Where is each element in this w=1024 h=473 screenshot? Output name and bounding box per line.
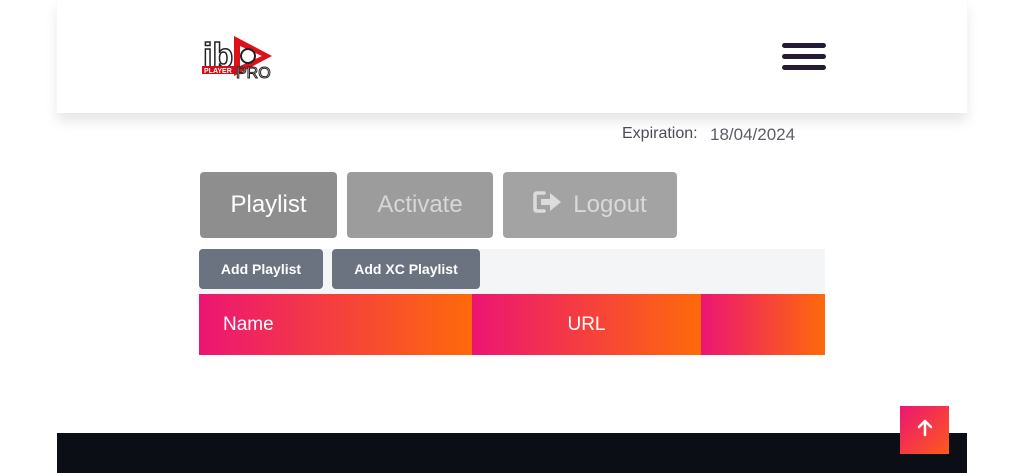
tab-logout-label: Logout <box>573 191 647 218</box>
column-header-name: Name <box>199 294 472 355</box>
add-playlist-button[interactable]: Add Playlist <box>199 249 323 289</box>
scroll-to-top-button[interactable] <box>900 406 949 454</box>
site-header: ib PLAYER PRO <box>57 0 967 113</box>
arrow-up-icon <box>917 419 933 442</box>
tab-logout[interactable]: Logout <box>503 172 677 238</box>
site-footer <box>57 433 967 473</box>
column-header-url: URL <box>472 294 701 355</box>
hamburger-menu-icon[interactable] <box>782 43 826 71</box>
tab-playlist-label: Playlist <box>230 191 307 218</box>
logo-player-text: PLAYER <box>204 68 232 75</box>
ibo-player-pro-logo[interactable]: ib PLAYER PRO <box>202 34 276 83</box>
sign-out-icon <box>533 190 563 221</box>
expiration-label: Expiration: <box>622 125 698 142</box>
expiration-date: 18/04/2024 <box>710 125 796 144</box>
svg-text:PRO: PRO <box>236 65 271 80</box>
tab-activate[interactable]: Activate <box>347 172 493 238</box>
add-xc-playlist-button[interactable]: Add XC Playlist <box>332 249 480 289</box>
column-header-actions <box>701 294 825 355</box>
tab-activate-label: Activate <box>377 191 463 218</box>
tab-playlist[interactable]: Playlist <box>200 172 337 238</box>
